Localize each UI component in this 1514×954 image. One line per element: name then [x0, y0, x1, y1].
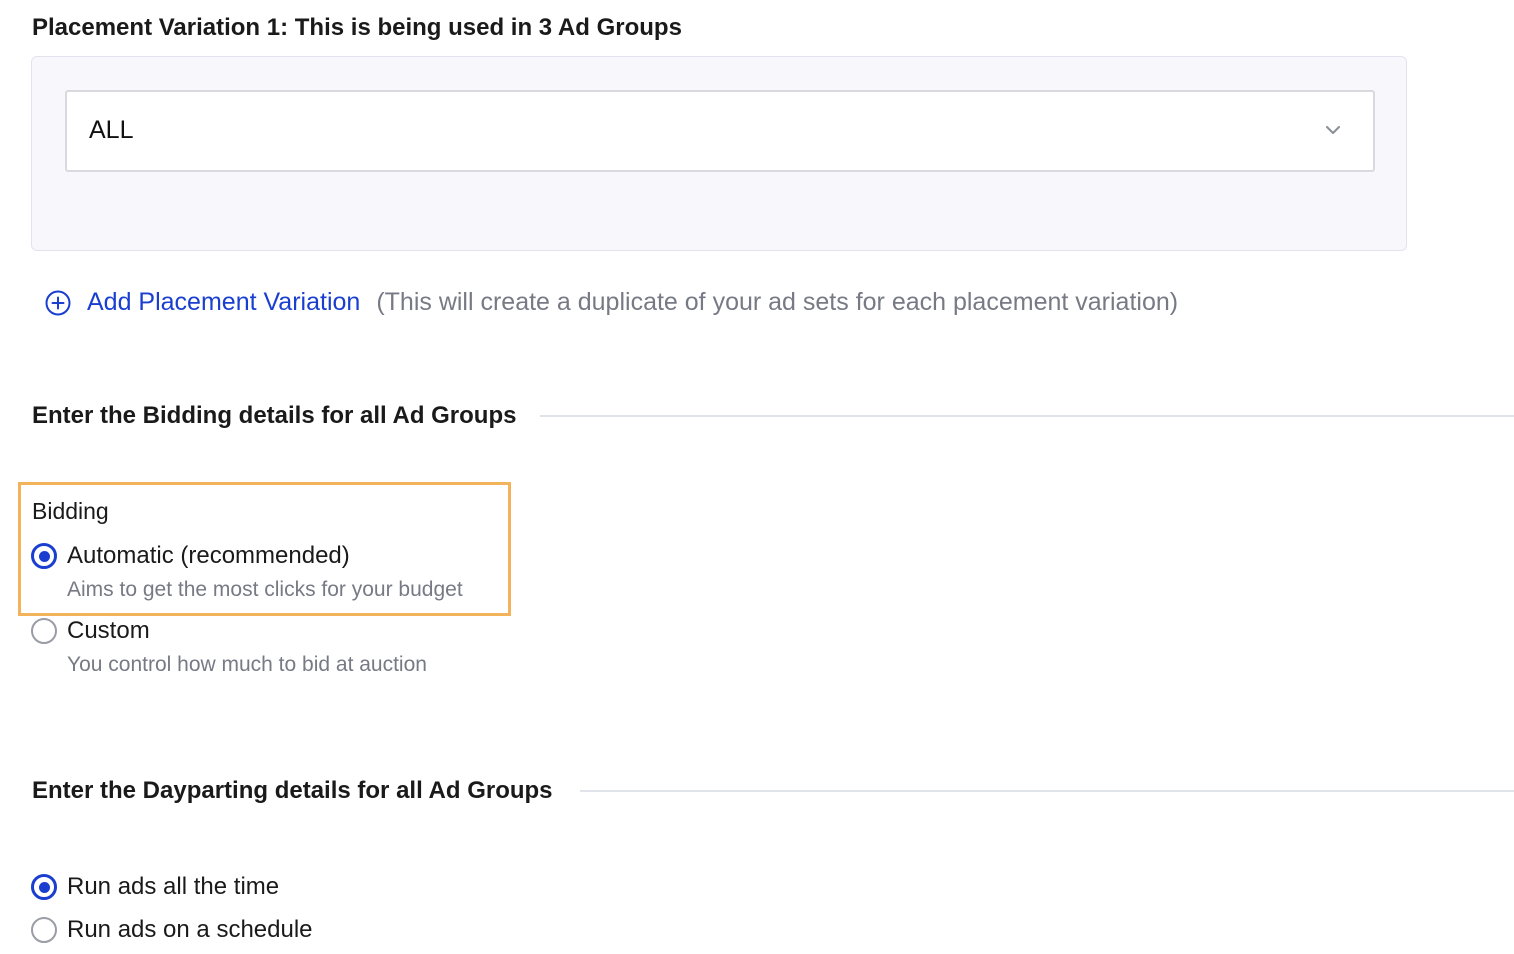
- radio-run-all-time[interactable]: [31, 874, 57, 900]
- placement-variation-title: Placement Variation 1: This is being use…: [32, 14, 682, 41]
- dayparting-option-schedule[interactable]: Run ads on a schedule: [31, 916, 313, 944]
- chevron-down-icon: [1326, 126, 1340, 134]
- section-divider: [540, 415, 1514, 417]
- bidding-section-title: Enter the Bidding details for all Ad Gro…: [32, 402, 517, 429]
- placement-select[interactable]: ALL: [65, 90, 1375, 172]
- bidding-field-label: Bidding: [32, 498, 109, 524]
- placement-variation-panel: ALL: [31, 56, 1407, 251]
- radio-automatic-label: Automatic (recommended): [67, 542, 350, 569]
- campaign-settings-page: Placement Variation 1: This is being use…: [0, 0, 1514, 954]
- dayparting-section-title: Enter the Dayparting details for all Ad …: [32, 777, 553, 804]
- add-placement-variation-row: Add Placement Variation (This will creat…: [44, 288, 1178, 317]
- radio-run-on-schedule[interactable]: [31, 917, 57, 943]
- plus-circle-icon[interactable]: [44, 289, 72, 317]
- radio-custom-description: You control how much to bid at auction: [67, 653, 427, 676]
- radio-automatic-description: Aims to get the most clicks for your bud…: [67, 578, 463, 601]
- placement-select-value: ALL: [89, 116, 134, 144]
- section-divider: [580, 790, 1514, 792]
- radio-run-all-time-label: Run ads all the time: [67, 873, 280, 900]
- radio-automatic[interactable]: [31, 543, 57, 569]
- add-placement-variation-link[interactable]: Add Placement Variation: [87, 288, 360, 317]
- radio-custom[interactable]: [31, 618, 57, 644]
- dayparting-option-all-time[interactable]: Run ads all the time: [31, 873, 279, 901]
- radio-run-on-schedule-label: Run ads on a schedule: [67, 916, 313, 943]
- bidding-option-custom[interactable]: Custom: [31, 617, 150, 645]
- radio-custom-label: Custom: [67, 617, 150, 644]
- add-placement-variation-note: (This will create a duplicate of your ad…: [376, 288, 1179, 316]
- bidding-option-automatic[interactable]: Automatic (recommended): [31, 542, 350, 570]
